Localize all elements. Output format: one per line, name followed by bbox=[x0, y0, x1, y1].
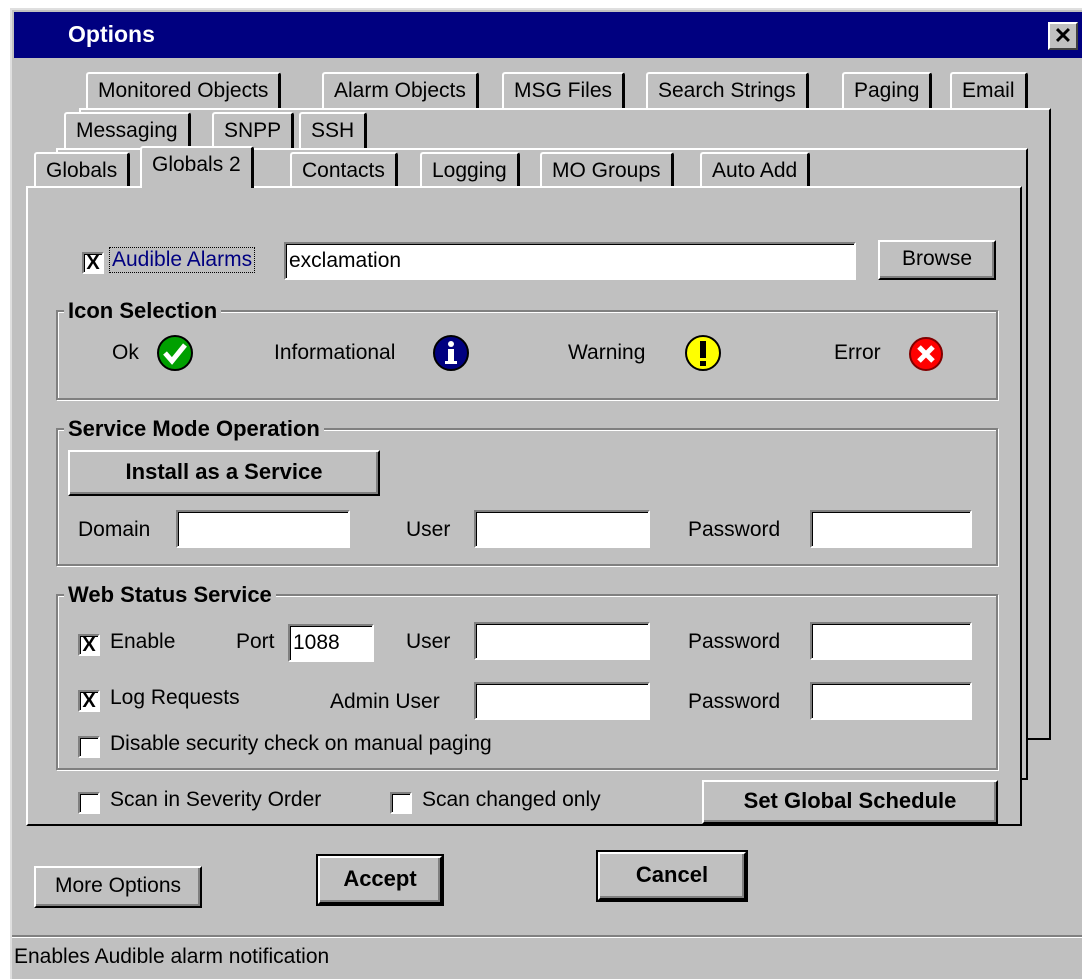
web-status-title: Web Status Service bbox=[64, 582, 276, 608]
accept-button[interactable]: Accept bbox=[316, 854, 444, 906]
more-options-button[interactable]: More Options bbox=[34, 866, 202, 908]
warning-icon[interactable] bbox=[684, 334, 722, 372]
error-icon[interactable] bbox=[908, 336, 944, 372]
enable-checkbox[interactable]: X bbox=[78, 634, 100, 656]
scan-severity-label[interactable]: Scan in Severity Order bbox=[110, 788, 321, 812]
log-requests-checkbox[interactable]: X bbox=[78, 690, 100, 712]
web-password-field[interactable] bbox=[810, 622, 972, 660]
domain-field[interactable] bbox=[176, 510, 350, 548]
error-label: Error bbox=[834, 341, 881, 364]
user-field[interactable] bbox=[474, 510, 650, 548]
tab-logging[interactable]: Logging bbox=[420, 152, 520, 188]
tab-monitored-objects[interactable]: Monitored Objects bbox=[86, 72, 282, 108]
admin-password-label: Password bbox=[688, 690, 781, 713]
tab-paging[interactable]: Paging bbox=[842, 72, 933, 108]
tab-snpp[interactable]: SNPP bbox=[212, 112, 295, 148]
tab-email[interactable]: Email bbox=[950, 72, 1028, 108]
web-user-field[interactable] bbox=[474, 622, 650, 660]
close-button[interactable]: ✕ bbox=[1048, 22, 1078, 50]
cancel-button[interactable]: Cancel bbox=[596, 850, 748, 902]
tab-mo-groups[interactable]: MO Groups bbox=[540, 152, 674, 188]
install-service-button[interactable]: Install as a Service bbox=[68, 450, 380, 496]
informational-label: Informational bbox=[274, 341, 396, 364]
admin-user-field[interactable] bbox=[474, 682, 650, 720]
disable-security-checkbox[interactable] bbox=[78, 736, 100, 758]
scan-changed-label[interactable]: Scan changed only bbox=[422, 788, 601, 812]
browse-button[interactable]: Browse bbox=[878, 240, 996, 280]
service-mode-title: Service Mode Operation bbox=[64, 416, 324, 442]
web-password-label: Password bbox=[688, 630, 781, 653]
close-icon: ✕ bbox=[1053, 23, 1073, 48]
disable-security-label[interactable]: Disable security check on manual paging bbox=[110, 732, 492, 756]
tab-search-strings[interactable]: Search Strings bbox=[646, 72, 809, 108]
globals-2-panel: X Audible Alarms exclamation Browse Icon… bbox=[26, 186, 1022, 826]
admin-password-field[interactable] bbox=[810, 682, 972, 720]
status-bar: Enables Audible alarm notification bbox=[12, 935, 1082, 979]
scan-changed-checkbox[interactable] bbox=[390, 792, 412, 814]
port-label: Port bbox=[236, 630, 275, 653]
audible-sound-field[interactable]: exclamation bbox=[284, 242, 856, 280]
port-field[interactable]: 1088 bbox=[288, 624, 374, 662]
audible-alarms-label[interactable]: Audible Alarms bbox=[108, 247, 256, 273]
domain-label: Domain bbox=[78, 518, 151, 541]
check-icon[interactable] bbox=[156, 334, 194, 372]
web-user-label: User bbox=[406, 630, 451, 653]
tab-alarm-objects[interactable]: Alarm Objects bbox=[322, 72, 479, 108]
tab-globals-2[interactable]: Globals 2 bbox=[140, 146, 254, 188]
info-icon[interactable] bbox=[432, 334, 470, 372]
tab-globals[interactable]: Globals bbox=[34, 152, 131, 188]
window-title: Options bbox=[68, 21, 155, 47]
password-field[interactable] bbox=[810, 510, 972, 548]
ok-label: Ok bbox=[112, 341, 139, 364]
log-requests-label[interactable]: Log Requests bbox=[110, 686, 240, 710]
tab-contacts[interactable]: Contacts bbox=[290, 152, 398, 188]
warning-label: Warning bbox=[568, 341, 646, 364]
icon-selection-title: Icon Selection bbox=[64, 298, 222, 324]
tab-msg-files[interactable]: MSG Files bbox=[502, 72, 626, 108]
options-window: Options ✕ Monitored Objects Alarm Object… bbox=[10, 8, 1082, 979]
enable-label[interactable]: Enable bbox=[110, 630, 175, 654]
user-label: User bbox=[406, 518, 451, 541]
set-global-schedule-button[interactable]: Set Global Schedule bbox=[702, 780, 998, 824]
title-bar[interactable]: Options ✕ bbox=[14, 12, 1082, 58]
tab-ssh[interactable]: SSH bbox=[299, 112, 368, 148]
tab-messaging[interactable]: Messaging bbox=[64, 112, 191, 148]
scan-severity-checkbox[interactable] bbox=[78, 792, 100, 814]
password-label: Password bbox=[688, 518, 781, 541]
audible-alarms-checkbox[interactable]: X bbox=[82, 252, 104, 274]
admin-user-label: Admin User bbox=[330, 690, 440, 713]
tab-auto-add[interactable]: Auto Add bbox=[700, 152, 811, 188]
